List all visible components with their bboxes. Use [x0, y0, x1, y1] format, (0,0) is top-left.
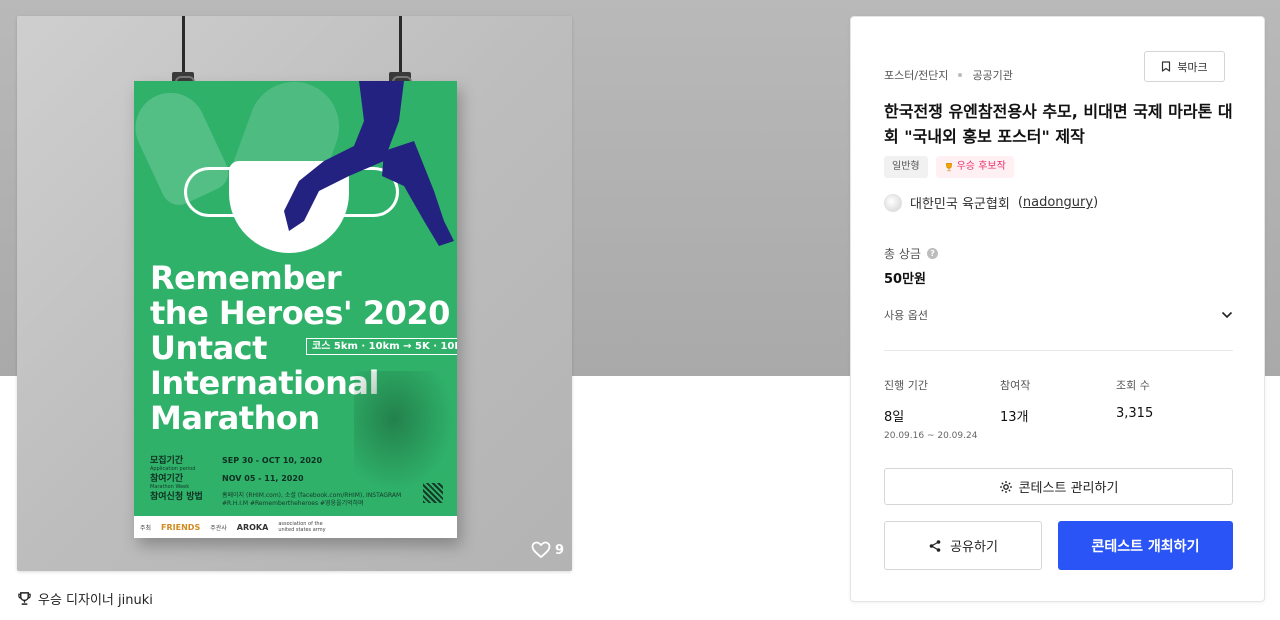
share-icon — [929, 539, 941, 552]
host-contest-button[interactable]: 콘테스트 개최하기 — [1058, 521, 1233, 570]
contest-title: 한국전쟁 유엔참전용사 추모, 비대면 국제 마라톤 대회 "국내외 홍보 포스… — [884, 102, 1233, 146]
qr-code — [423, 483, 443, 503]
badge-row: 일반형 우승 후보작 — [884, 156, 1014, 178]
prize-label: 총 상금 ? — [884, 245, 938, 262]
heart-icon — [531, 541, 551, 559]
manage-contest-button[interactable]: 콘테스트 관리하기 — [884, 468, 1233, 505]
bookmark-label: 북마크 — [1177, 60, 1208, 74]
stat-views: 조회 수 3,315 — [1116, 379, 1154, 421]
hanging-wire — [399, 16, 402, 76]
poster-footer: 주최 FRIENDS 주관사 AROKA association of the … — [134, 516, 457, 538]
share-label: 공유하기 — [950, 540, 998, 555]
breadcrumb-separator — [958, 73, 963, 77]
poster-artwork: Remember the Heroes' 2020 Untact Interna… — [134, 81, 457, 538]
host-info[interactable]: 대한민국 육군협회 (nadongury) — [884, 193, 1098, 212]
usage-options-label: 사용 옵션 — [884, 309, 928, 322]
divider — [884, 350, 1233, 351]
help-icon[interactable]: ? — [926, 248, 938, 259]
designer-label: 우승 디자이너 jinuki — [38, 593, 153, 608]
winner-designer: 우승 디자이너 jinuki — [17, 589, 153, 608]
type-badge: 일반형 — [884, 156, 928, 178]
host-name: 대한민국 육군협회 — [910, 197, 1010, 212]
trophy-icon — [945, 162, 952, 172]
usage-options-toggle[interactable]: 사용 옵션 — [884, 307, 1233, 323]
stat-participants: 참여작 13개 — [1000, 379, 1031, 425]
manage-contest-label: 콘테스트 관리하기 — [1018, 481, 1119, 496]
poster-preview[interactable]: Remember the Heroes' 2020 Untact Interna… — [17, 16, 572, 571]
bookmark-button[interactable]: 북마크 — [1144, 51, 1225, 82]
course-label: 코스 5km · 10km → 5K · 10K — [306, 338, 457, 355]
contest-info-card: 포스터/전단지 공공기관 북마크 한국전쟁 유엔참전용사 추모, 비대면 국제 … — [850, 16, 1265, 602]
bookmark-icon — [1162, 61, 1171, 72]
contest-stats: 진행 기간 8일 20.09.16 ~ 20.09.24 참여작 13개 조회 … — [884, 377, 1233, 441]
like-button[interactable]: 9 — [531, 541, 564, 559]
stat-period: 진행 기간 8일 20.09.16 ~ 20.09.24 — [884, 379, 978, 441]
avatar — [884, 193, 902, 212]
poster-info: 모집기간 Application period SEP 30 - OCT 10,… — [150, 456, 402, 507]
chevron-down-icon — [1221, 311, 1233, 319]
breadcrumb: 포스터/전단지 공공기관 — [884, 67, 1013, 83]
host-id[interactable]: (nadongury) — [1018, 195, 1098, 210]
breadcrumb-subcategory[interactable]: 공공기관 — [972, 67, 1012, 83]
share-button[interactable]: 공유하기 — [884, 521, 1042, 570]
prize-value: 50만원 — [884, 272, 927, 287]
hanging-wire — [182, 16, 185, 76]
like-count: 9 — [554, 542, 564, 558]
runner-legs-graphic — [284, 81, 454, 246]
gear-icon — [999, 480, 1012, 493]
breadcrumb-category[interactable]: 포스터/전단지 — [884, 67, 948, 83]
award-badge: 우승 후보작 — [935, 156, 1014, 178]
trophy-icon — [18, 592, 31, 605]
